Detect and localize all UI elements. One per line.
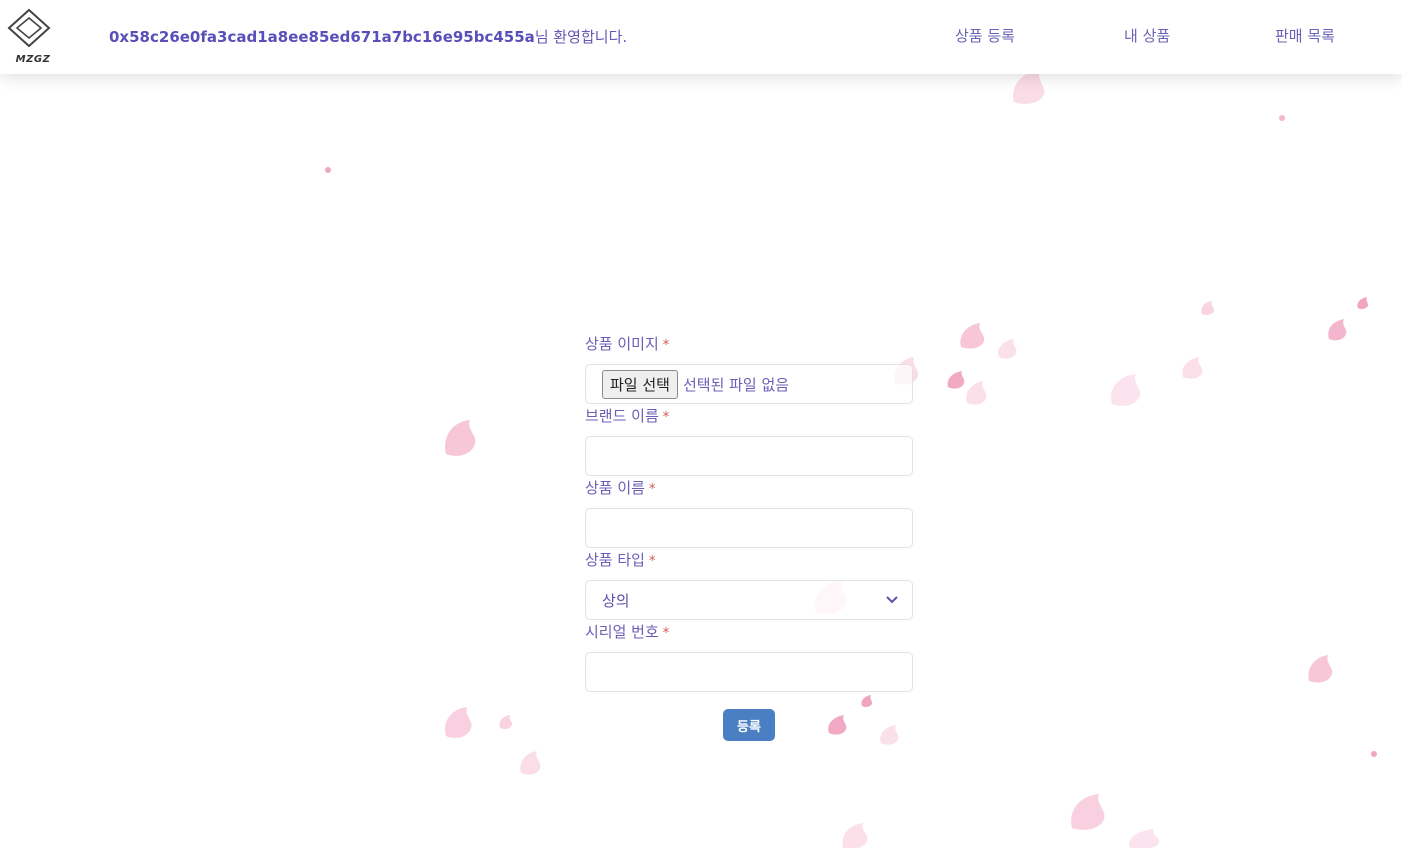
welcome-suffix: 님 환영합니다. [534, 28, 628, 46]
name-label-text: 상품 이름 [585, 479, 645, 497]
petal-icon [1279, 115, 1285, 121]
petal-icon [444, 707, 472, 738]
type-label-text: 상품 타입 [585, 551, 645, 569]
brand-label-text: 브랜드 이름 [585, 407, 659, 425]
serial-label-text: 시리얼 번호 [585, 623, 659, 641]
logo[interactable]: MZGZ [5, 8, 53, 65]
image-label-text: 상품 이미지 [585, 335, 659, 353]
product-register-form: 상품 이미지 * 파일 선택 선택된 파일 없음 브랜드 이름 * 상품 이름 * 상… [585, 332, 913, 692]
image-file-input[interactable]: 파일 선택 선택된 파일 없음 [585, 364, 913, 404]
required-mark: * [662, 410, 670, 425]
diamond-logo-icon [7, 8, 51, 48]
petal-icon [1182, 357, 1203, 379]
brand-label: 브랜드 이름 * [585, 404, 913, 429]
type-group: 상품 타입 * 상의 [585, 548, 913, 620]
petal-icon [828, 715, 847, 735]
nav-sales-list[interactable]: 판매 목록 [1275, 25, 1335, 46]
petal-icon [966, 381, 987, 405]
serial-label: 시리얼 번호 * [585, 620, 913, 645]
file-status: 선택된 파일 없음 [682, 375, 790, 394]
submit-register-button[interactable]: 등록 [723, 709, 775, 741]
brand-group: 브랜드 이름 * [585, 404, 913, 476]
petal-icon [499, 715, 513, 729]
petal-icon [1308, 655, 1333, 683]
nav-register-product[interactable]: 상품 등록 [955, 25, 1015, 46]
name-group: 상품 이름 * [585, 476, 913, 548]
required-mark: * [648, 482, 656, 497]
required-mark: * [648, 554, 656, 569]
petal-icon [1328, 319, 1347, 341]
type-selected-value: 상의 [602, 591, 630, 610]
logo-text: MZGZ [15, 54, 51, 65]
petal-icon [960, 323, 985, 349]
petal-icon [520, 751, 541, 775]
image-group: 상품 이미지 * 파일 선택 선택된 파일 없음 [585, 332, 913, 404]
petal-icon [1129, 829, 1160, 848]
petal-icon [325, 167, 331, 173]
serial-number-input[interactable] [585, 652, 913, 692]
petal-icon [998, 339, 1017, 359]
type-label: 상품 타입 * [585, 548, 913, 573]
file-select-button[interactable]: 파일 선택 [602, 369, 678, 399]
image-label: 상품 이미지 * [585, 332, 913, 357]
petal-icon [861, 695, 873, 708]
name-label: 상품 이름 * [585, 476, 913, 501]
petal-icon [1357, 297, 1369, 310]
petal-icon [880, 725, 899, 745]
petal-icon [445, 420, 476, 456]
welcome-message: 0x58c26e0fa3cad1a8ee85ed671a7bc16e95bc45… [109, 26, 627, 47]
product-type-select[interactable]: 상의 [585, 580, 913, 620]
petal-icon [1071, 794, 1105, 830]
required-mark: * [662, 338, 670, 353]
petal-icon [1201, 301, 1215, 315]
wallet-address: 0x58c26e0fa3cad1a8ee85ed671a7bc16e95bc45… [109, 28, 535, 46]
nav-my-products[interactable]: 내 상품 [1124, 25, 1170, 46]
top-header: MZGZ 0x58c26e0fa3cad1a8ee85ed671a7bc16e9… [0, 0, 1402, 74]
petal-icon [842, 823, 868, 848]
petal-icon [947, 371, 965, 389]
chevron-down-icon [886, 596, 898, 604]
petal-icon [1111, 374, 1141, 406]
brand-name-input[interactable] [585, 436, 913, 476]
required-mark: * [662, 626, 670, 641]
petal-icon [1371, 751, 1377, 757]
product-name-input[interactable] [585, 508, 913, 548]
serial-group: 시리얼 번호 * [585, 620, 913, 692]
